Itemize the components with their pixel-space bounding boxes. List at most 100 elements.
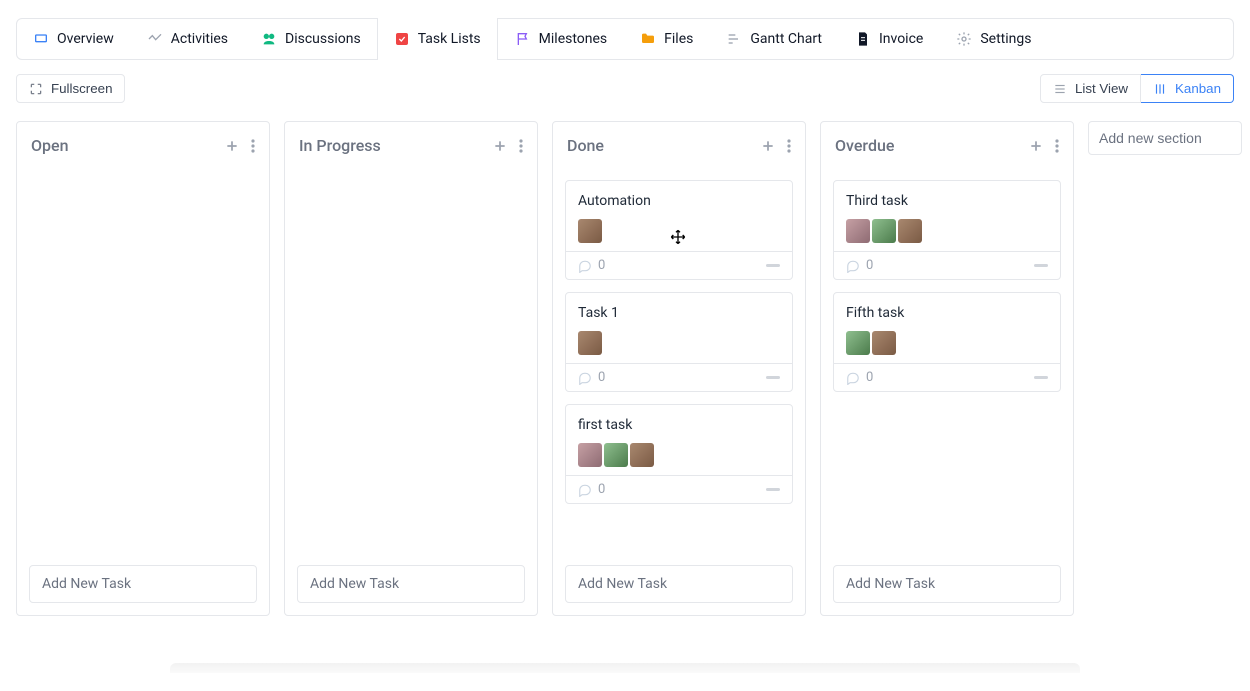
column-done: Done Automation0 Task 1 0 first task 0 Add New… [552,121,806,616]
tab-discussions[interactable]: Discussions [244,19,377,59]
add-task-input[interactable]: Add New Task [29,565,257,603]
fullscreen-icon [29,82,43,96]
overview-icon [33,31,49,47]
comment-icon [578,371,592,385]
add-card-icon[interactable] [761,139,775,153]
discussions-icon [261,31,277,47]
column-menu-icon[interactable] [787,139,791,153]
priority-icon [1034,264,1048,268]
tab-milestones[interactable]: Milestones [498,19,624,59]
column-overdue: OverdueThird task0Fifth task0Add New Tas… [820,121,1074,616]
new-section [1088,121,1242,155]
tab-label: Overview [57,31,114,47]
column-in-progress: In Progress Add New Task [284,121,538,616]
comment-count: 0 [866,258,873,273]
tab-label: Gantt Chart [750,31,822,47]
list-icon [1053,82,1067,96]
add-card-icon[interactable] [225,139,239,153]
card-assignees [846,219,1048,243]
column-title: In Progress [299,136,381,155]
avatar-dragon [846,331,870,355]
avatar-dragon [872,219,896,243]
card-title: Third task [846,193,1048,209]
avatar-dragon [604,443,628,467]
priority-icon [766,376,780,380]
tab-label: Activities [171,31,228,47]
tab-label: Settings [980,31,1031,47]
column-title: Done [567,136,604,155]
column-header: Done [553,122,805,170]
fullscreen-label: Fullscreen [51,81,112,96]
tab-label: Invoice [879,31,923,47]
tab-gantt-chart[interactable]: Gantt Chart [709,19,838,59]
invoice-icon [855,31,871,47]
column-menu-icon[interactable] [519,139,523,153]
card-assignees [578,219,780,243]
tab-overview[interactable]: Overview [17,19,130,59]
new-section-input[interactable] [1088,121,1242,155]
kanban-view-label: Kanban [1175,81,1221,96]
task-card[interactable]: Third task 0 [833,180,1061,280]
tab-invoice[interactable]: Invoice [838,19,939,59]
task-card[interactable]: Automation0 [565,180,793,280]
column-menu-icon[interactable] [1055,139,1059,153]
column-body[interactable]: Automation0 Task 1 0 first task 0 [553,170,805,555]
avatar-bug [578,219,602,243]
view-switch: List View Kanban [1040,74,1234,103]
column-body[interactable] [17,170,269,555]
tab-label: Files [664,31,693,47]
avatar-bug [872,331,896,355]
card-title: first task [578,417,780,433]
add-task-input[interactable]: Add New Task [833,565,1061,603]
column-body[interactable]: Third task0Fifth task0 [821,170,1073,555]
card-assignees [578,443,780,467]
kanban-board: OpenAdd New TaskIn ProgressAdd New TaskD… [0,103,1250,616]
task-card[interactable]: Task 1 0 [565,292,793,392]
tab-settings[interactable]: Settings [939,19,1047,59]
comment-icon [846,259,860,273]
add-task-input[interactable]: Add New Task [565,565,793,603]
priority-icon [766,264,780,268]
comment-icon [846,371,860,385]
tab-files[interactable]: Files [623,19,709,59]
card-assignees [846,331,1048,355]
comment-count: 0 [598,258,605,273]
column-header: Open [17,122,269,170]
add-task-input[interactable]: Add New Task [297,565,525,603]
kanban-view-button[interactable]: Kanban [1141,74,1234,103]
priority-icon [1034,376,1048,380]
list-view-label: List View [1075,81,1128,96]
kanban-icon [1153,82,1167,96]
task-card[interactable]: first task 0 [565,404,793,504]
tab-label: Task Lists [418,31,481,47]
comment-count: 0 [598,482,605,497]
column-open: Open Add New Task [16,121,270,616]
column-menu-icon[interactable] [251,139,255,153]
files-icon [640,31,656,47]
column-title: Open [31,136,69,155]
card-title: Task 1 [578,305,780,321]
comment-count: 0 [866,370,873,385]
task-card[interactable]: Fifth task0 [833,292,1061,392]
column-body[interactable] [285,170,537,555]
tab-activities[interactable]: Activities [130,19,244,59]
add-card-icon[interactable] [493,139,507,153]
column-title: Overdue [835,136,894,155]
comment-count: 0 [598,370,605,385]
tab-label: Milestones [539,31,608,47]
column-header: In Progress [285,122,537,170]
project-tabs: Overview Activities Discussions Task Lists M… [16,18,1234,60]
settings-icon [956,31,972,47]
add-card-icon[interactable] [1029,139,1043,153]
list-view-button[interactable]: List View [1040,74,1141,103]
tab-task-lists[interactable]: Task Lists [377,18,498,60]
milestones-icon [515,31,531,47]
activities-icon [147,31,163,47]
tab-label: Discussions [285,31,361,47]
view-toolbar: Fullscreen List View Kanban [16,74,1234,103]
column-header: Overdue [821,122,1073,170]
card-assignees [578,331,780,355]
fullscreen-button[interactable]: Fullscreen [16,74,125,103]
avatar-bug [578,331,602,355]
avatar-bug [898,219,922,243]
